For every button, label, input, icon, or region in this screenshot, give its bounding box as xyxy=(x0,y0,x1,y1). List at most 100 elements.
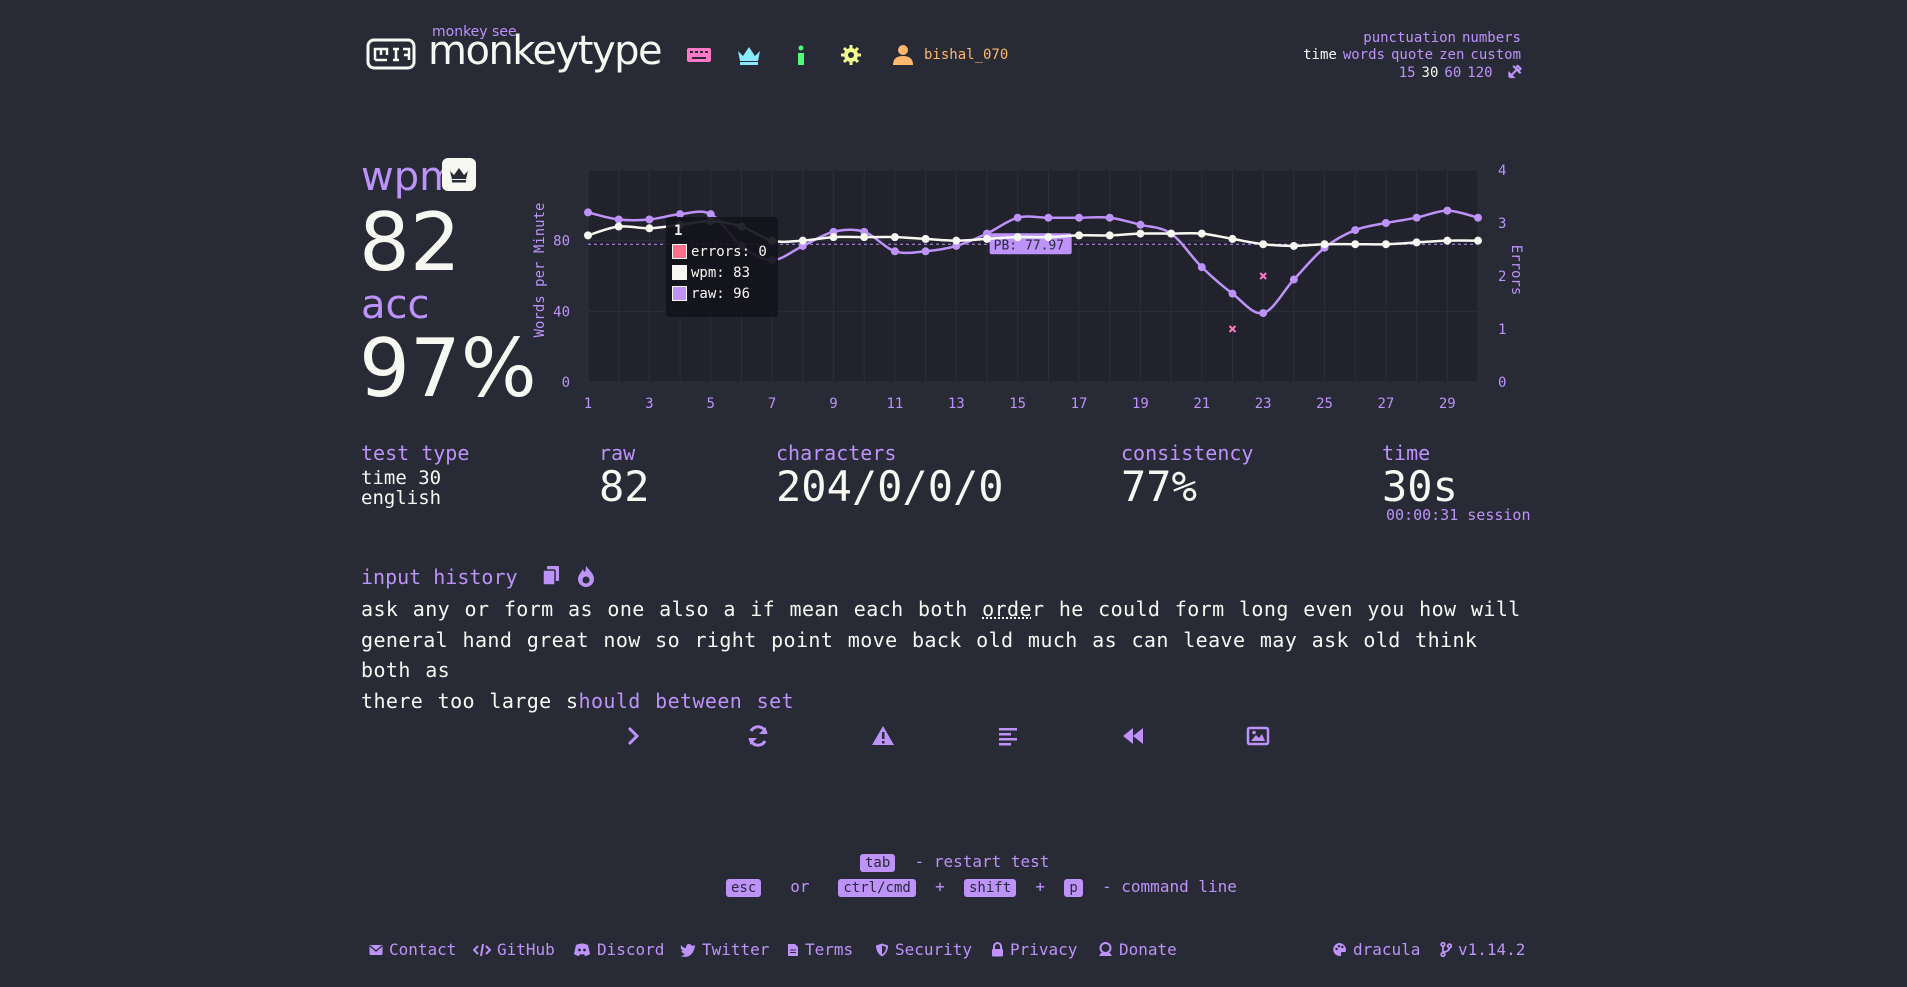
y2-tick-label: 1 xyxy=(1498,322,1506,338)
mode-words-button[interactable]: words xyxy=(1343,47,1385,63)
footer-version-link[interactable]: v1.14.2 xyxy=(1440,940,1525,959)
tooltip-label: errors: 0 xyxy=(691,243,767,260)
code-icon xyxy=(473,943,491,956)
chart-tooltip: 1 errors: 0 wpm: 83 raw: 96 xyxy=(666,217,778,317)
raw-point xyxy=(1013,213,1022,222)
wpm-point xyxy=(1443,236,1452,245)
practice-warning-icon[interactable] xyxy=(871,724,895,748)
x-tick-label: 23 xyxy=(1255,396,1272,412)
burst-heatmap-icon[interactable] xyxy=(576,565,596,587)
raw-point xyxy=(1381,219,1390,227)
wpm-point xyxy=(1167,229,1176,238)
mode-time-button[interactable]: time xyxy=(1303,47,1337,63)
user-icon[interactable] xyxy=(890,44,916,66)
footer-security-link[interactable]: Security xyxy=(875,940,972,959)
mode-quote-button[interactable]: quote xyxy=(1391,47,1433,63)
raw-point xyxy=(921,247,930,256)
wpm-point xyxy=(798,236,807,245)
time-30-button[interactable]: 30 xyxy=(1422,65,1439,81)
raw-point xyxy=(1443,206,1452,215)
footer-theme-button[interactable]: dracula xyxy=(1332,940,1420,959)
wpm-point xyxy=(1075,231,1084,240)
x-tick-label: 5 xyxy=(707,396,715,412)
raw-point xyxy=(1044,213,1053,222)
hint-or-text: or xyxy=(790,877,810,896)
ctrl-cmd-key: ctrl/cmd xyxy=(838,879,916,897)
y2-tick-label: 0 xyxy=(1498,375,1506,391)
config-durations: 15 30 60 120 xyxy=(1393,64,1523,81)
time-15-button[interactable]: 15 xyxy=(1399,65,1416,81)
wpm-point xyxy=(860,233,869,242)
wpm-point xyxy=(1351,240,1360,249)
tooltip-swatch xyxy=(672,244,687,259)
history-words: ask any or form as one also a if mean ea… xyxy=(361,597,983,621)
palette-icon xyxy=(1333,943,1346,957)
mode-zen-button[interactable]: zen xyxy=(1439,47,1464,63)
raw-point xyxy=(584,208,592,217)
raw-point xyxy=(1259,309,1268,318)
copy-icon[interactable] xyxy=(541,565,561,587)
wpm-point xyxy=(1381,240,1390,249)
lock-icon xyxy=(992,942,1003,957)
raw-point xyxy=(1289,275,1298,284)
footer-privacy-link[interactable]: Privacy xyxy=(991,940,1077,959)
wpm-point xyxy=(1320,240,1329,249)
history-line: there too large should between set xyxy=(361,686,1541,717)
raw-point xyxy=(1474,213,1482,222)
footer-terms-link[interactable]: Terms xyxy=(787,940,853,959)
y2-axis-label: Errors xyxy=(1508,245,1524,296)
words-history-align-icon[interactable] xyxy=(996,724,1020,748)
keyboard-icon[interactable] xyxy=(686,44,712,66)
next-test-chevron-icon[interactable] xyxy=(621,724,645,748)
wpm-point xyxy=(1474,236,1482,245)
restart-hint-text: - restart test xyxy=(914,852,1050,871)
tooltip-title: 1 xyxy=(674,223,683,239)
config-punctuation-button[interactable]: punctuation xyxy=(1363,30,1456,46)
command-line-hint: esc or ctrl/cmd + shift + p - command li… xyxy=(726,877,1237,897)
footer-contact-link[interactable]: Contact xyxy=(369,940,456,959)
shift-key: shift xyxy=(963,879,1017,897)
replay-backward-icon[interactable] xyxy=(1121,724,1145,748)
footer-twitter-link[interactable]: Twitter xyxy=(680,940,769,959)
mode-custom-button[interactable]: custom xyxy=(1470,47,1521,63)
footer-link-label: Terms xyxy=(805,940,854,959)
wpm-point xyxy=(1228,234,1237,243)
raw-point xyxy=(1351,226,1360,235)
footer-link-label: Security xyxy=(895,940,973,959)
save-screenshot-image-icon[interactable] xyxy=(1246,724,1270,748)
info-icon[interactable] xyxy=(788,44,814,66)
wpm-point xyxy=(890,233,899,242)
x-tick-label: 19 xyxy=(1132,396,1149,412)
wpm-point xyxy=(1044,233,1053,242)
history-words: r he could form long even you how will xyxy=(1031,597,1521,621)
history-untyped-words: hould between set xyxy=(578,688,794,713)
footer-discord-link[interactable]: Discord xyxy=(573,940,664,959)
footer-link-label: Twitter xyxy=(702,940,770,959)
y-tick-label: 80 xyxy=(553,234,570,250)
crown-icon[interactable] xyxy=(736,44,762,66)
personal-best-crown-badge xyxy=(442,158,476,191)
footer-link-label: GitHub xyxy=(497,940,555,959)
settings-gear-icon[interactable] xyxy=(838,44,864,66)
test-type-mode: time 30 xyxy=(361,467,442,489)
time-120-button[interactable]: 120 xyxy=(1467,65,1492,81)
wpm-point xyxy=(829,233,838,242)
x-tick-label: 1 xyxy=(584,396,592,412)
wpm-point xyxy=(584,231,592,240)
footer-donate-link[interactable]: Donate xyxy=(1098,940,1177,959)
wpm-point xyxy=(1105,231,1114,240)
time-value: 30s xyxy=(1382,462,1458,511)
restart-refresh-icon[interactable] xyxy=(746,724,770,748)
monkeytype-logo-icon[interactable] xyxy=(366,38,416,70)
tooltip-swatch xyxy=(672,265,687,280)
footer-github-link[interactable]: GitHub xyxy=(473,940,555,959)
discord-icon xyxy=(574,943,590,956)
x-tick-label: 3 xyxy=(645,396,653,412)
wpm-point xyxy=(952,236,961,245)
wpm-point xyxy=(982,234,991,243)
logo-text[interactable]: monkeytype xyxy=(428,28,663,74)
time-60-button[interactable]: 60 xyxy=(1444,65,1461,81)
custom-tools-icon[interactable] xyxy=(1507,64,1523,79)
config-numbers-button[interactable]: numbers xyxy=(1462,30,1521,46)
username-link[interactable]: bishal_070 xyxy=(924,47,1008,63)
